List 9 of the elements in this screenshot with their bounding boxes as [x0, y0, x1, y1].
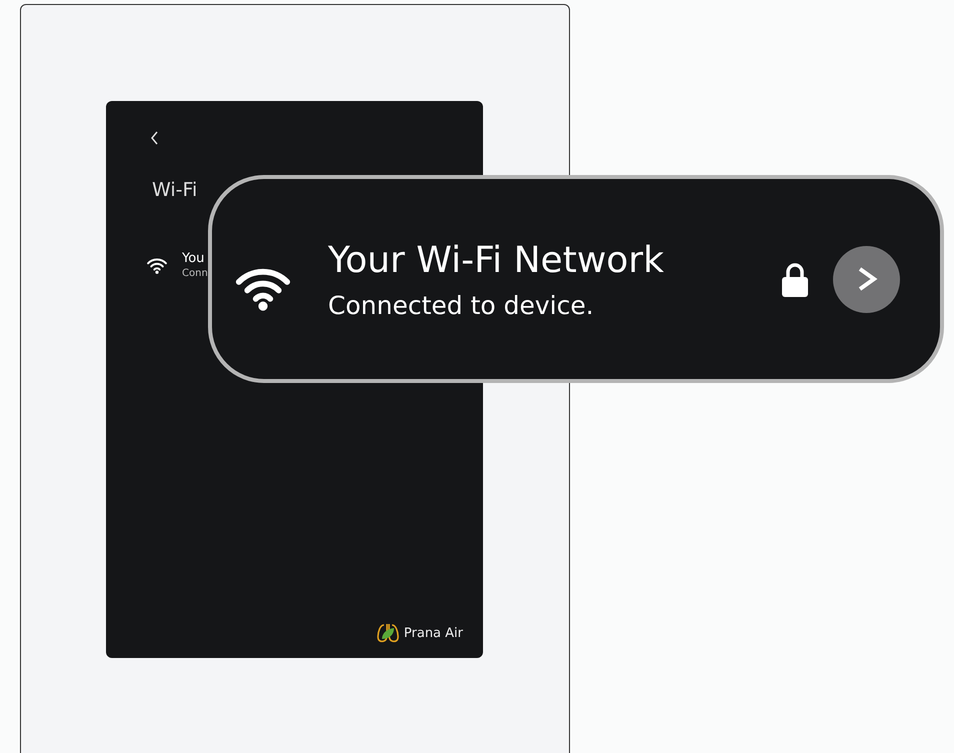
- network-name: You: [182, 251, 206, 266]
- network-name: Your Wi-Fi Network: [328, 238, 665, 282]
- screen-title: Wi-Fi: [152, 179, 198, 201]
- back-icon[interactable]: [150, 131, 159, 145]
- brand-name: Prana Air: [404, 626, 463, 640]
- wifi-icon: [146, 256, 168, 274]
- network-status: Conn: [182, 268, 208, 279]
- network-status: Connected to device.: [328, 290, 595, 320]
- lungs-leaf-icon: [376, 622, 400, 644]
